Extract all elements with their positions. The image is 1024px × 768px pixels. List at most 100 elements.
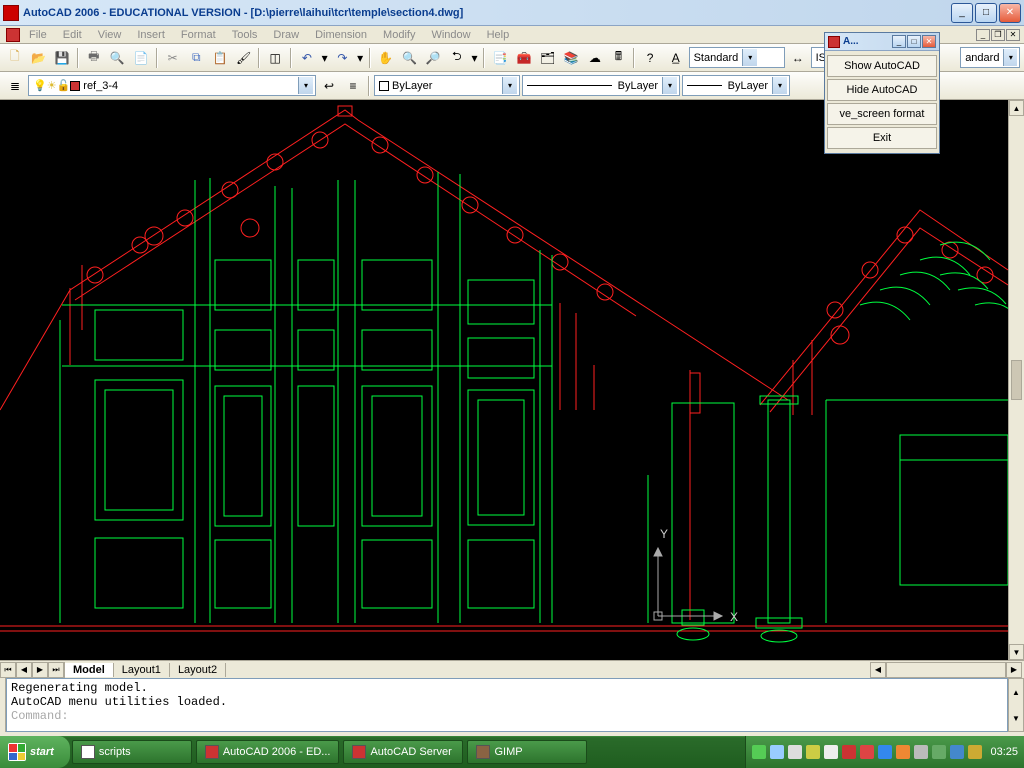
scroll-up-icon[interactable]: ▲ <box>1009 100 1024 116</box>
doc-minimize[interactable]: _ <box>976 29 990 41</box>
tray-icon[interactable] <box>896 745 910 759</box>
dropdown-icon[interactable]: ▾ <box>1003 49 1017 66</box>
task-item[interactable]: AutoCAD Server <box>343 740 463 764</box>
undo-dropdown-icon[interactable]: ▾ <box>320 47 330 69</box>
command-text[interactable]: Regenerating model. AutoCAD menu utiliti… <box>6 678 1008 732</box>
calc-icon[interactable]: 🖩 <box>608 47 630 69</box>
popup-close[interactable]: ✕ <box>922 35 936 48</box>
menu-file[interactable]: File <box>22 27 54 43</box>
zoom-dropdown-icon[interactable]: ▾ <box>470 47 480 69</box>
tab-layout1[interactable]: Layout1 <box>114 663 170 677</box>
dropdown-icon[interactable]: ▾ <box>772 77 787 94</box>
tab-model[interactable]: Model <box>65 663 114 677</box>
start-button[interactable]: start <box>0 736 70 768</box>
zoom-previous-icon[interactable]: ⮌ <box>446 47 468 69</box>
save-icon[interactable]: 💾 <box>51 47 73 69</box>
tray-icon[interactable] <box>788 745 802 759</box>
block-editor-icon[interactable]: ◫ <box>264 47 286 69</box>
popup-screen-format[interactable]: ve_screen format <box>827 103 937 125</box>
dropdown-icon[interactable]: ▾ <box>662 77 677 94</box>
menu-view[interactable]: View <box>91 27 129 43</box>
hscroll-right-icon[interactable]: ▶ <box>1006 662 1022 678</box>
task-item[interactable]: AutoCAD 2006 - ED... <box>196 740 340 764</box>
dropdown-icon[interactable]: ▾ <box>502 77 517 94</box>
menu-tools[interactable]: Tools <box>225 27 265 43</box>
tray-shield-icon[interactable] <box>842 745 856 759</box>
layer-combo[interactable]: 💡 ☀ 🔓 ref_3-4 ▾ <box>28 75 316 96</box>
help-icon[interactable]: ? <box>639 47 661 69</box>
menu-modify[interactable]: Modify <box>376 27 422 43</box>
scroll-up-icon[interactable]: ▲ <box>1009 679 1023 705</box>
tray-icon[interactable] <box>968 745 982 759</box>
redo-dropdown-icon[interactable]: ▾ <box>355 47 365 69</box>
doc-close[interactable]: ✕ <box>1006 29 1020 41</box>
linetype-combo[interactable]: ByLayer ▾ <box>522 75 680 96</box>
tray-icon[interactable] <box>914 745 928 759</box>
vertical-scrollbar[interactable]: ▲ ▼ <box>1008 100 1024 660</box>
dim-style-icon[interactable]: ↔ <box>787 47 809 69</box>
dropdown-icon[interactable]: ▾ <box>298 77 313 94</box>
tray-icon[interactable] <box>752 745 766 759</box>
scroll-down-icon[interactable]: ▼ <box>1009 644 1024 660</box>
popup-minimize[interactable]: _ <box>892 35 906 48</box>
layer-states-icon[interactable]: ≡ <box>342 75 364 97</box>
maximize-button[interactable]: □ <box>975 3 997 23</box>
scroll-thumb[interactable] <box>1011 360 1022 400</box>
popup-hide-autocad[interactable]: Hide AutoCAD <box>827 79 937 101</box>
tray-volume-icon[interactable] <box>824 745 838 759</box>
text-style-combo[interactable]: Standard ▾ <box>689 47 785 68</box>
lineweight-combo[interactable]: ByLayer ▾ <box>682 75 790 96</box>
tray-icon[interactable] <box>932 745 946 759</box>
pan-icon[interactable]: ✋ <box>375 47 397 69</box>
tray-bluetooth-icon[interactable] <box>878 745 892 759</box>
menu-insert[interactable]: Insert <box>130 27 172 43</box>
cut-icon[interactable]: ✂ <box>162 47 184 69</box>
table-style-combo[interactable]: andard ▾ <box>960 47 1020 68</box>
menu-help[interactable]: Help <box>480 27 517 43</box>
tab-layout2[interactable]: Layout2 <box>170 663 226 677</box>
minimize-button[interactable]: _ <box>951 3 973 23</box>
close-button[interactable]: ✕ <box>999 3 1021 23</box>
popup-titlebar[interactable]: A... _ □ ✕ <box>825 33 939 51</box>
tab-next-icon[interactable]: ▶ <box>32 662 48 678</box>
doc-restore[interactable]: ❐ <box>991 29 1005 41</box>
redo-icon[interactable]: ↷ <box>332 47 354 69</box>
command-scrollbar[interactable]: ▲ ▼ <box>1008 678 1024 732</box>
plotpreview-icon[interactable]: 🔍 <box>107 47 129 69</box>
tab-last-icon[interactable]: ⏭ <box>48 662 64 678</box>
popup-show-autocad[interactable]: Show AutoCAD <box>827 55 937 77</box>
zoom-realtime-icon[interactable]: 🔍 <box>399 47 421 69</box>
tray-network-icon[interactable] <box>770 745 784 759</box>
plot-icon[interactable]: 🖶 <box>83 47 105 69</box>
tray-icon[interactable] <box>806 745 820 759</box>
floating-toolbar[interactable]: A... _ □ ✕ Show AutoCAD Hide AutoCAD ve_… <box>824 32 940 154</box>
publish-icon[interactable]: 📄 <box>130 47 152 69</box>
design-center-icon[interactable]: 🧰 <box>513 47 535 69</box>
tool-palettes-icon[interactable]: 🗂 <box>537 47 559 69</box>
layer-manager-icon[interactable]: ≣ <box>4 75 26 97</box>
color-combo[interactable]: ByLayer ▾ <box>374 75 520 96</box>
undo-icon[interactable]: ↶ <box>296 47 318 69</box>
open-icon[interactable]: 📂 <box>28 47 50 69</box>
menu-draw[interactable]: Draw <box>266 27 306 43</box>
drawing-area[interactable]: Y X <box>0 100 1024 660</box>
layer-previous-icon[interactable]: ↩ <box>318 75 340 97</box>
tray-icon[interactable] <box>860 745 874 759</box>
menu-dimension[interactable]: Dimension <box>308 27 374 43</box>
paste-icon[interactable]: 📋 <box>209 47 231 69</box>
tab-prev-icon[interactable]: ◀ <box>16 662 32 678</box>
task-item[interactable]: scripts <box>72 740 192 764</box>
markup-icon[interactable]: ☁ <box>584 47 606 69</box>
matchprop-icon[interactable]: 🖌 <box>233 47 255 69</box>
dropdown-icon[interactable]: ▾ <box>742 49 757 66</box>
menu-format[interactable]: Format <box>174 27 223 43</box>
tab-first-icon[interactable]: ⏮ <box>0 662 16 678</box>
hscroll-left-icon[interactable]: ◀ <box>870 662 886 678</box>
popup-exit[interactable]: Exit <box>827 127 937 149</box>
zoom-window-icon[interactable]: 🔎 <box>422 47 444 69</box>
menu-edit[interactable]: Edit <box>56 27 89 43</box>
text-style-icon[interactable]: A̲ <box>665 47 687 69</box>
hscroll-track[interactable] <box>886 662 1006 678</box>
scroll-down-icon[interactable]: ▼ <box>1009 705 1023 731</box>
tray-icon[interactable] <box>950 745 964 759</box>
